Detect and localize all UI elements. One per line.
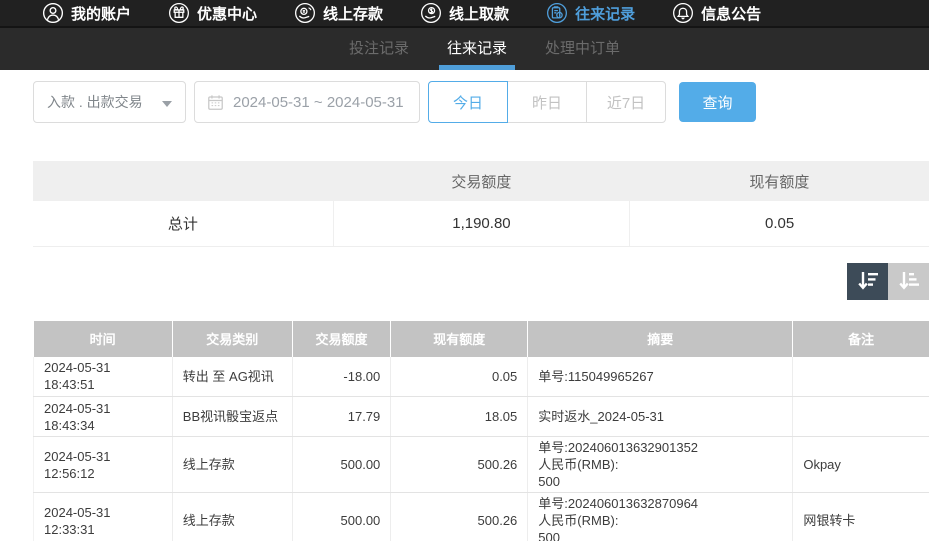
cell-type: 线上存款 <box>171 436 293 493</box>
cell-amount: 17.79 <box>291 396 391 437</box>
date-range-value: 2024-05-31 ~ 2024-05-31 <box>233 93 404 111</box>
cell-remark <box>792 396 929 437</box>
summary-table: 交易额度 现有额度 总计 1,190.80 0.05 <box>33 161 929 247</box>
filter-bar: 入款 . 出款交易 2024-05-31 ~ 2024-05-31 今日 昨日 近7… <box>33 81 929 123</box>
records-table: 时间 交易类别 交易额度 现有额度 摘要 备注 2024-05-31 18:43:51 转出… <box>33 320 929 541</box>
calendar-icon <box>206 93 225 112</box>
nav-item-user[interactable]: 我的账户 <box>42 2 131 24</box>
tab-bar: 投注记录 往来记录 处理中订单 <box>0 26 929 70</box>
cell-summary: 实时返水_2024-05-31 <box>527 396 793 437</box>
tabs: 投注记录 往来记录 处理中订单 <box>40 28 929 70</box>
main-content: 入款 . 出款交易 2024-05-31 ~ 2024-05-31 今日 昨日 近7… <box>0 81 929 541</box>
cell-time: 2024-05-31 12:56:12 <box>33 436 173 493</box>
nav-item-gift[interactable]: 优惠中心 <box>168 2 257 24</box>
cell-type: BB视讯骰宝返点 <box>171 396 293 437</box>
cell-balance: 18.05 <box>390 396 528 437</box>
cell-summary: 单号:115049965267 <box>527 356 793 397</box>
nav-item-label: 线上取款 <box>449 5 510 23</box>
summary-transaction-amount: 1,190.80 <box>332 201 630 247</box>
chevron-down-icon <box>162 94 172 110</box>
records-header-row: 时间 交易类别 交易额度 现有额度 摘要 备注 <box>33 320 929 357</box>
summary-header-empty <box>33 161 334 201</box>
summary-total-row: 总计 1,190.80 0.05 <box>33 201 929 247</box>
tab-inactive[interactable]: 投注记录 <box>330 28 428 70</box>
cell-time: 2024-05-31 18:43:51 <box>33 356 173 397</box>
records-column-header: 交易类别 <box>171 320 293 357</box>
records-column-header: 摘要 <box>527 320 793 357</box>
user-icon <box>42 2 64 24</box>
cell-balance: 500.26 <box>390 436 528 493</box>
nav-item-deposit[interactable]: 线上存款 <box>294 2 383 24</box>
transaction-type-value: 入款 . 出款交易 <box>47 94 143 110</box>
table-row: 2024-05-31 18:43:34 BB视讯骰宝返点 17.79 18.05 实时返… <box>33 396 929 437</box>
table-row: 2024-05-31 12:33:31 线上存款 500.00 500.26 单号:20… <box>33 492 929 541</box>
quick-date-button[interactable]: 近7日 <box>586 81 666 123</box>
sort-controls <box>33 262 929 300</box>
cell-time: 2024-05-31 12:33:31 <box>33 492 173 541</box>
cell-remark: Okpay <box>792 436 929 493</box>
top-navbar: 我的账户 优惠中心 线上存款 线上取款 往来记录 信息公告 <box>0 0 929 26</box>
cell-type: 线上存款 <box>171 492 293 541</box>
nav-item-label: 线上存款 <box>323 5 384 23</box>
summary-current-balance: 0.05 <box>629 201 929 247</box>
cell-amount: -18.00 <box>291 356 391 397</box>
gift-icon <box>168 2 190 24</box>
bell-icon <box>672 2 694 24</box>
cell-balance: 0.05 <box>390 356 528 397</box>
withdraw-icon <box>420 2 442 24</box>
deposit-icon <box>294 2 316 24</box>
date-range-input[interactable]: 2024-05-31 ~ 2024-05-31 <box>194 81 420 123</box>
cell-balance: 500.26 <box>390 492 528 541</box>
sort-ascending-icon <box>897 270 921 292</box>
summary-header-transaction-amount: 交易额度 <box>333 161 630 201</box>
cell-amount: 500.00 <box>291 436 391 493</box>
cell-remark <box>792 356 929 397</box>
records-column-header: 现有额度 <box>390 320 528 357</box>
tab-inactive[interactable]: 处理中订单 <box>526 28 639 70</box>
sort-ascending-button[interactable] <box>888 262 929 300</box>
quick-date-buttons: 今日 昨日 近7日 <box>428 81 666 123</box>
records-column-header: 时间 <box>33 320 173 357</box>
nav-item-label: 优惠中心 <box>197 5 258 23</box>
records-icon <box>546 2 568 24</box>
cell-summary: 单号:202406013632901352 人民币(RMB): 500 <box>527 436 793 493</box>
records-column-header: 备注 <box>792 320 929 357</box>
cell-summary: 单号:202406013632870964 人民币(RMB): 500 <box>527 492 793 541</box>
nav-item-records[interactable]: 往来记录 <box>546 2 635 24</box>
table-row: 2024-05-31 12:56:12 线上存款 500.00 500.26 单号:20… <box>33 436 929 493</box>
records-column-header: 交易额度 <box>291 320 391 357</box>
tab-active[interactable]: 往来记录 <box>428 28 526 70</box>
transaction-type-select[interactable]: 入款 . 出款交易 <box>33 81 186 123</box>
sort-descending-button[interactable] <box>847 262 888 300</box>
cell-amount: 500.00 <box>291 492 391 541</box>
summary-total-label: 总计 <box>33 201 334 247</box>
search-button[interactable]: 查询 <box>679 82 756 122</box>
nav-item-label: 我的账户 <box>71 5 132 23</box>
summary-header-current-balance: 现有额度 <box>629 161 929 201</box>
sort-descending-icon <box>856 270 880 292</box>
summary-header-row: 交易额度 现有额度 <box>33 161 929 201</box>
quick-date-button[interactable]: 今日 <box>428 81 508 123</box>
nav-item-label: 往来记录 <box>575 5 636 23</box>
table-row: 2024-05-31 18:43:51 转出 至 AG视讯 -18.00 0.05 单号… <box>33 356 929 397</box>
cell-remark: 网银转卡 <box>792 492 929 541</box>
records-tbody: 2024-05-31 18:43:51 转出 至 AG视讯 -18.00 0.05 单号… <box>33 356 929 541</box>
cell-time: 2024-05-31 18:43:34 <box>33 396 173 437</box>
nav-item-bell[interactable]: 信息公告 <box>672 2 761 24</box>
quick-date-button[interactable]: 昨日 <box>507 81 587 123</box>
cell-type: 转出 至 AG视讯 <box>171 356 293 397</box>
nav-item-label: 信息公告 <box>701 5 762 23</box>
nav-item-withdraw[interactable]: 线上取款 <box>420 2 509 24</box>
